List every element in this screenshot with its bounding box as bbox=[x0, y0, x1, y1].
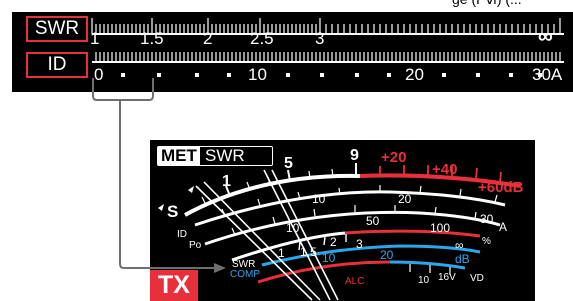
callout-bracket bbox=[92, 78, 154, 101]
callout-connectors bbox=[92, 78, 226, 273]
callout-arrow-icon bbox=[214, 263, 226, 273]
callout-line bbox=[119, 100, 214, 269]
